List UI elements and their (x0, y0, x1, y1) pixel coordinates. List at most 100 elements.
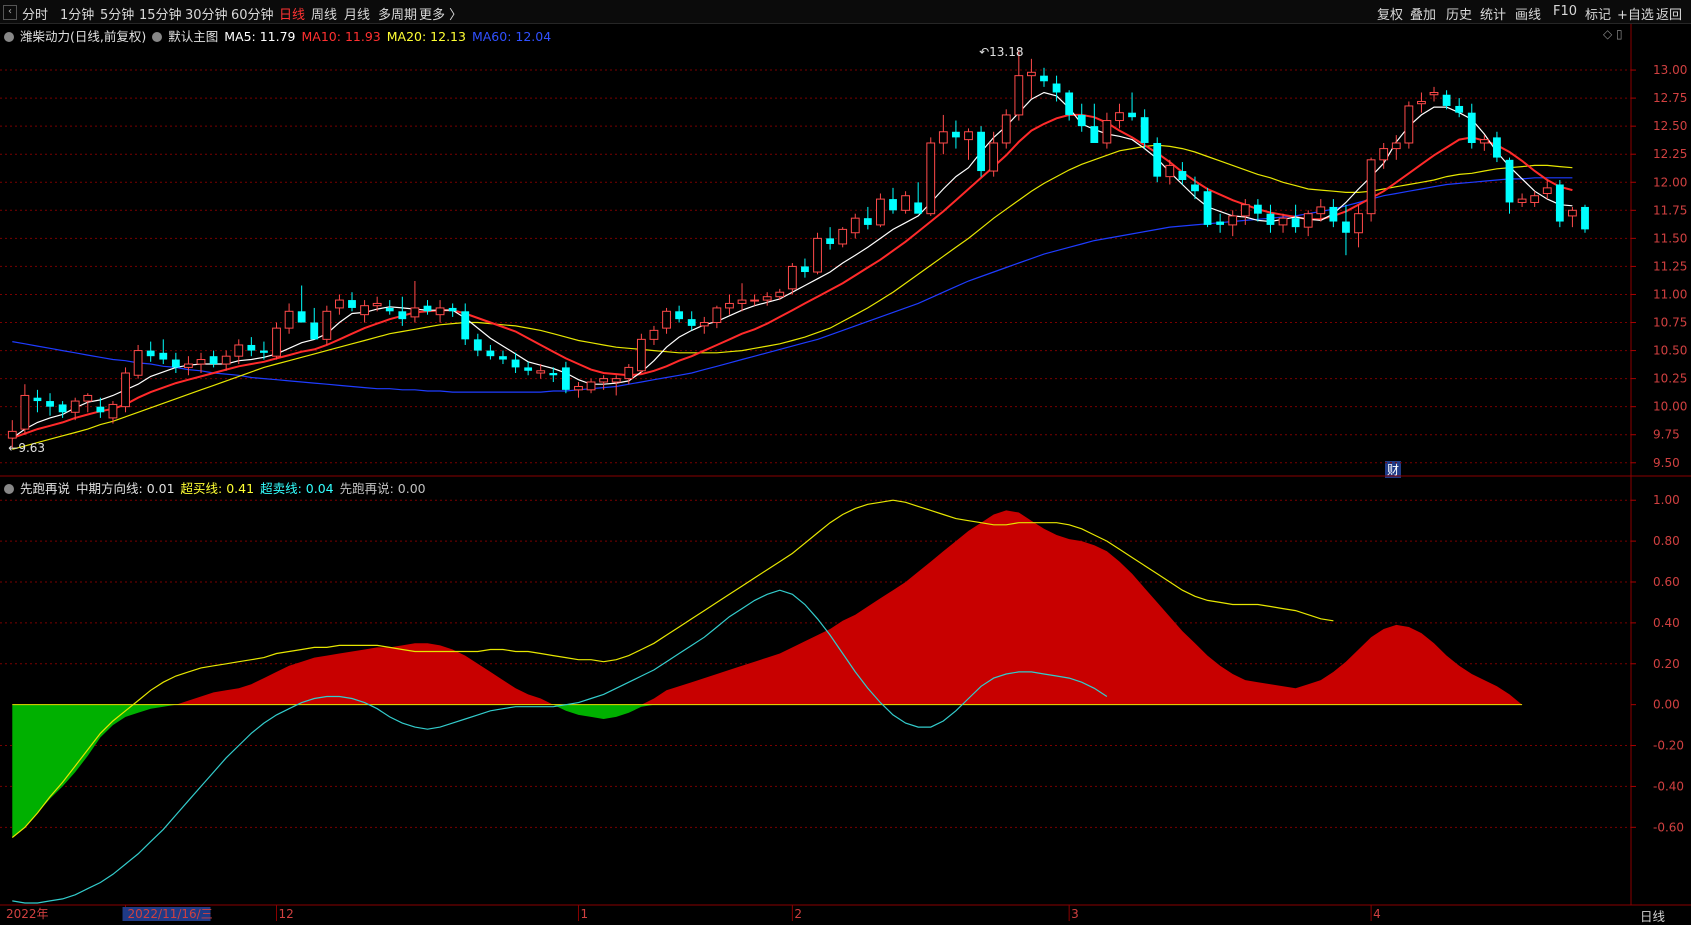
candle-up (636, 338, 646, 372)
candle-down (1153, 142, 1162, 177)
candle-down (1253, 204, 1262, 214)
main-tick-label: 13.00 (1653, 63, 1687, 77)
candle-up (699, 322, 709, 327)
candle-up (787, 265, 797, 290)
candle-up (83, 394, 93, 402)
candle-up (536, 370, 546, 374)
candle-down (448, 307, 457, 312)
ind-tick-label: 0.60 (1653, 575, 1680, 589)
candle-up (1102, 120, 1112, 144)
candle-up (70, 400, 80, 413)
stock-chart[interactable]: 13.00 12.75 12.50 12.25 12.00 11.75 11.50 11.25… (0, 0, 1691, 921)
candle-up (121, 372, 130, 408)
ind-tick-label: -0.40 (1653, 779, 1684, 793)
candle-up (813, 237, 822, 273)
main-tick-label: 10.75 (1653, 316, 1687, 330)
candle-down (1442, 94, 1451, 106)
candle-up (1027, 71, 1036, 77)
candle-up (196, 359, 206, 365)
candle-up (1404, 105, 1414, 144)
candle-up (964, 131, 973, 141)
candle-down (46, 401, 54, 407)
candle-down (398, 311, 407, 320)
candle-down (1329, 206, 1338, 222)
candle-up (1115, 112, 1124, 122)
candle-down (1342, 221, 1350, 233)
candle-up (989, 142, 999, 172)
candle-up (360, 305, 369, 316)
candle-up (221, 355, 231, 365)
candle-up (1001, 114, 1011, 144)
candle-up (586, 381, 596, 391)
main-tick-label: 9.50 (1653, 456, 1680, 470)
main-tick-label: 11.00 (1653, 287, 1687, 301)
candle-down (511, 359, 520, 368)
candle-down (977, 131, 985, 172)
candle-up (1316, 206, 1326, 215)
candle-down (1216, 221, 1225, 225)
candle-down (524, 367, 533, 371)
candle-down (159, 352, 168, 360)
candle-down (146, 350, 155, 357)
candle-down (461, 311, 470, 340)
candle-down (914, 202, 923, 214)
high-annotation: ↶13.18 (979, 45, 1023, 59)
candle-down (1203, 191, 1212, 225)
main-tick-label: 12.25 (1653, 147, 1687, 161)
candle-down (499, 356, 507, 360)
candle-up (712, 307, 722, 324)
candle-up (1228, 215, 1238, 226)
candle-down (58, 404, 67, 413)
main-tick-label: 11.75 (1653, 203, 1687, 217)
candle-down (209, 356, 218, 365)
main-tick-label: 11.25 (1653, 259, 1687, 273)
candle-down (1178, 171, 1187, 181)
candle-up (1429, 91, 1439, 96)
candle-up (1278, 217, 1288, 226)
candle-down (826, 238, 834, 244)
candle-up (1354, 213, 1363, 234)
candle-up (876, 198, 885, 226)
candle-up (7, 430, 17, 439)
candle-up (926, 142, 936, 215)
candle-up (1530, 195, 1540, 203)
candle-up (599, 378, 609, 383)
main-tick-label: 10.50 (1653, 344, 1687, 358)
candle-up (938, 131, 948, 144)
candle-down (171, 359, 180, 368)
candle-up (1568, 209, 1577, 217)
candle-up (272, 327, 281, 357)
ind-tick-label: 1.00 (1653, 493, 1680, 507)
candle-up (850, 217, 860, 234)
candle-down (687, 319, 696, 326)
candle-up (372, 302, 382, 307)
candle-down (1555, 184, 1564, 222)
x-label: 2022/11/16/三 (128, 907, 213, 921)
candle-down (1467, 112, 1476, 143)
candle-down (1291, 218, 1300, 228)
candle-up (20, 394, 30, 430)
candle-down (348, 300, 356, 308)
candle-down (1493, 137, 1501, 158)
candle-up (737, 299, 747, 304)
candle-down (1040, 75, 1048, 82)
main-tick-label: 9.75 (1653, 428, 1680, 442)
candle-up (1479, 139, 1489, 144)
candle-up (133, 350, 143, 376)
candle-up (1303, 213, 1313, 228)
ind-tick-label: 0.80 (1653, 534, 1680, 548)
candle-up (1366, 159, 1376, 215)
candle-up (1240, 204, 1250, 217)
candle-down (1065, 92, 1074, 115)
candle-up (901, 195, 910, 211)
ind-tick-label: 0.40 (1653, 616, 1680, 630)
candle-up (410, 307, 420, 318)
candle-down (1455, 105, 1464, 113)
ind-tick-label: -0.60 (1653, 820, 1684, 834)
main-tick-label: 12.00 (1653, 175, 1687, 189)
candle-up (1391, 142, 1401, 150)
candle-up (1417, 100, 1426, 105)
main-tick-label: 12.50 (1653, 119, 1687, 133)
candle-down (96, 406, 105, 413)
ma20-line (12, 144, 1573, 450)
